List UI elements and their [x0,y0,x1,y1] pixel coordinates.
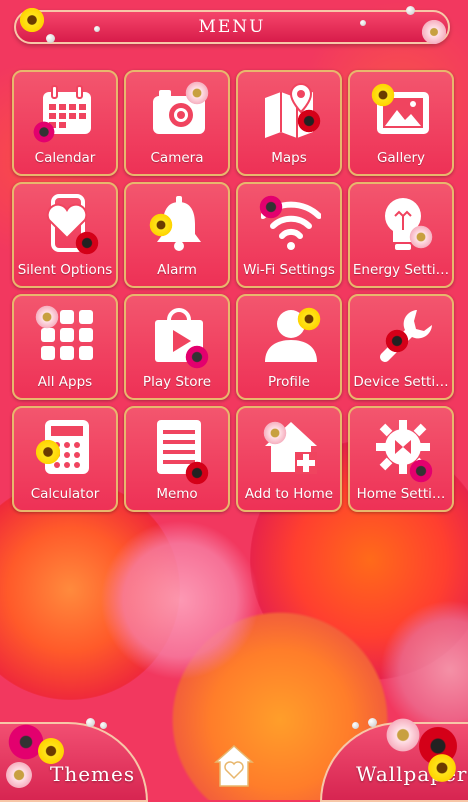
pink-flower-icon [262,420,288,446]
tile-profile[interactable]: Profile [236,294,342,400]
magenta-flower-icon [32,120,56,144]
tile-label: Calculator [30,486,100,502]
yellow-flower-icon [36,736,66,766]
pink-flower-icon [4,760,34,790]
tile-gallery[interactable]: Gallery [348,70,454,176]
tile-label: Silent Options [17,262,113,278]
tile-label: Energy Setti… [352,262,450,278]
tile-label: Add to Home [244,486,334,502]
tile-calculator[interactable]: Calculator [12,406,118,512]
red-flower-icon [184,460,210,486]
tile-label: Maps [271,150,307,166]
yellow-flower-icon [148,212,174,238]
tile-label: Profile [268,374,310,390]
tile-label: Play Store [142,374,212,390]
yellow-flower-icon [18,6,46,34]
tile-alarm[interactable]: Alarm [124,182,230,288]
tile-add-to-home[interactable]: Add to Home [236,406,342,512]
tile-energy-settings[interactable]: Energy Setti… [348,182,454,288]
tile-label: Camera [150,150,204,166]
tile-label: Calendar [34,150,96,166]
tile-label: Wi-Fi Settings [243,262,335,278]
pink-flower-icon [408,224,434,250]
magenta-flower-icon [258,194,284,220]
tile-calendar[interactable]: Calendar [12,70,118,176]
tile-home-settings[interactable]: Home Setti… [348,406,454,512]
tile-memo[interactable]: Memo [124,406,230,512]
yellow-flower-icon [296,306,322,332]
home-heart-icon[interactable] [214,744,254,788]
pink-flower-icon [184,80,210,106]
red-flower-icon [74,230,100,256]
menu-header: MENU [14,10,450,44]
red-flower-icon [384,328,410,354]
tile-all-apps[interactable]: All Apps [12,294,118,400]
red-flower-icon [296,108,322,134]
menu-title: MENU [198,17,266,37]
magenta-flower-icon [408,458,434,484]
tile-label: Device Setti… [353,374,449,390]
magenta-flower-icon [184,344,210,370]
tile-silent-options[interactable]: Silent Options [12,182,118,288]
tile-camera[interactable]: Camera [124,70,230,176]
yellow-flower-icon [34,438,62,466]
tile-label: Memo [156,486,198,502]
tile-maps[interactable]: Maps [236,70,342,176]
tile-device-settings[interactable]: Device Setti… [348,294,454,400]
tile-label: Home Setti… [356,486,446,502]
tile-play-store[interactable]: Play Store [124,294,230,400]
themes-label: Themes [50,762,136,786]
yellow-flower-icon [426,752,458,784]
tile-label: All Apps [37,374,93,390]
tile-label: Alarm [157,262,197,278]
pink-flower-icon [420,18,448,46]
yellow-flower-icon [370,82,396,108]
tile-wifi-settings[interactable]: Wi-Fi Settings [236,182,342,288]
tile-label: Gallery [376,150,426,166]
pink-flower-icon [34,304,60,330]
